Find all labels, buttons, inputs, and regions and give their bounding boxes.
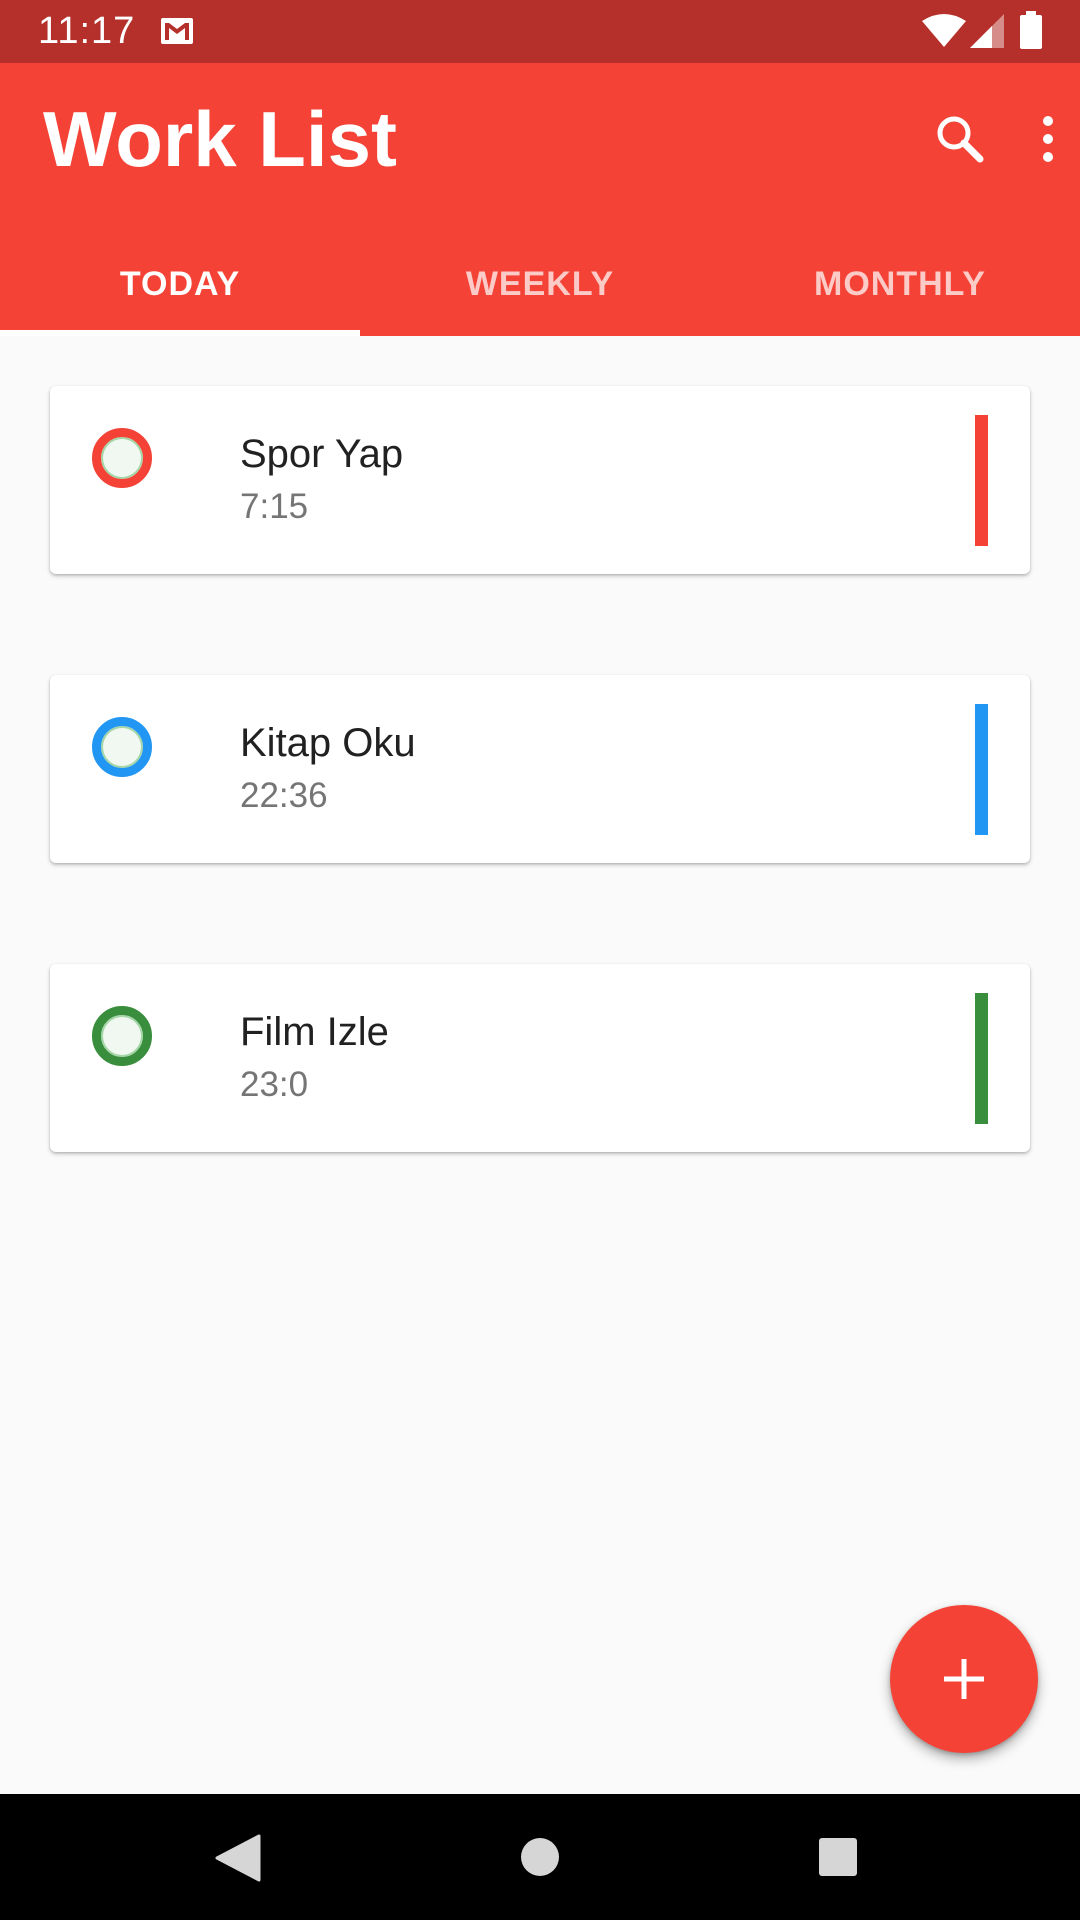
task-time: 22:36 (240, 776, 328, 815)
battery-icon (1020, 11, 1042, 49)
app-title: Work List (43, 95, 397, 183)
wifi-icon (922, 14, 966, 47)
task-time: 7:15 (240, 487, 309, 526)
tab-weekly[interactable]: WEEKLY (360, 233, 720, 336)
add-task-button[interactable] (890, 1605, 1038, 1753)
recents-icon[interactable] (818, 1837, 858, 1877)
more-vert-icon[interactable] (1030, 109, 1066, 169)
home-icon[interactable] (520, 1837, 560, 1877)
back-icon[interactable] (215, 1834, 261, 1882)
task-status-circle[interactable] (92, 428, 152, 488)
task-title: Spor Yap (240, 432, 404, 476)
status-time: 11:17 (38, 10, 136, 52)
task-time: 23:0 (240, 1065, 309, 1104)
signal-icon (970, 14, 1004, 48)
tab-bar: TODAY WEEKLY MONTHLY (0, 233, 1080, 336)
task-status-circle[interactable] (92, 1006, 152, 1066)
task-status-circle[interactable] (92, 717, 152, 777)
task-card[interactable]: Spor Yap 7:15 (50, 386, 1030, 574)
app-bar: Work List TODAY WEEKLY MONTHLY (0, 63, 1080, 336)
task-color-bar (975, 993, 988, 1124)
task-card[interactable]: Film Izle 23:0 (50, 964, 1030, 1152)
task-card[interactable]: Kitap Oku 22:36 (50, 675, 1030, 863)
task-title: Kitap Oku (240, 721, 416, 765)
gmail-icon (161, 18, 193, 44)
search-icon[interactable] (930, 109, 990, 169)
tab-today[interactable]: TODAY (0, 233, 360, 336)
tab-monthly[interactable]: MONTHLY (720, 233, 1080, 336)
task-title: Film Izle (240, 1010, 389, 1054)
task-color-bar (975, 704, 988, 835)
task-color-bar (975, 415, 988, 546)
navigation-bar (0, 1794, 1080, 1920)
plus-icon (944, 1659, 984, 1699)
tab-indicator (0, 330, 360, 336)
status-bar: 11:17 (0, 0, 1080, 63)
